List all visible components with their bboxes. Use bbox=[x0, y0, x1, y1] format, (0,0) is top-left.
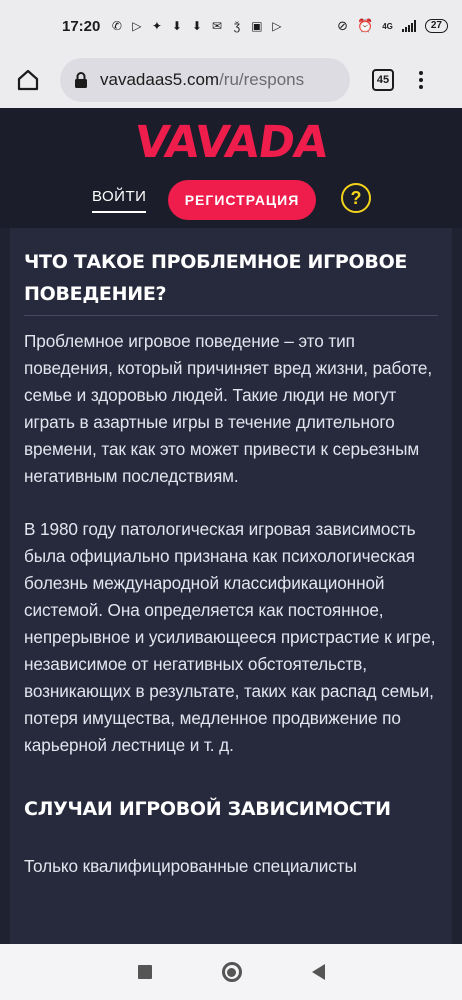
menu-dot-icon bbox=[419, 78, 423, 82]
download-icon: ⬇ bbox=[171, 18, 182, 33]
url-text: vavadaas5.com/ru/respons bbox=[100, 70, 304, 90]
site-header: VAVADA ВОЙТИ РЕГИСТРАЦИЯ bbox=[0, 108, 462, 228]
url-host: vavadaas5.com bbox=[100, 70, 220, 89]
section-heading: СЛУЧАИ ИГРОВОЙ ЗАВИСИМОСТИ bbox=[24, 798, 391, 820]
dnd-off-icon: ⊘ bbox=[337, 18, 349, 33]
system-nav-bar bbox=[0, 944, 462, 1000]
notification-icon: ǯ bbox=[233, 18, 241, 33]
article-panel: ЧТО ТАКОЕ ПРОБЛЕМНОЕ ИГРОВОЕ ПОВЕДЕНИЕ? … bbox=[10, 228, 452, 944]
url-path: /ru/respons bbox=[219, 70, 305, 89]
system-icons: ⊘ ⏰ 4G 27 bbox=[337, 18, 448, 34]
network-label: 4G bbox=[382, 21, 393, 31]
notification-icons: ✆ ▷ ✦ ⬇ ⬇ ✉ ǯ ▣ ▷ bbox=[110, 18, 283, 33]
login-link[interactable]: ВОЙТИ bbox=[92, 188, 147, 213]
status-time: 17:20 bbox=[62, 17, 101, 35]
tab-switcher-button[interactable]: 45 bbox=[372, 69, 394, 91]
home-button[interactable] bbox=[10, 62, 46, 98]
heading-divider bbox=[24, 315, 438, 316]
status-bar: 17:20 ✆ ▷ ✦ ⬇ ⬇ ✉ ǯ ▣ ▷ ⊘ ⏰ 4G 27 bbox=[0, 0, 462, 52]
play-icon: ▷ bbox=[272, 18, 282, 33]
home-icon bbox=[17, 69, 39, 91]
overflow-menu-button[interactable] bbox=[418, 71, 424, 89]
section-heading: ЧТО ТАКОЕ ПРОБЛЕМНОЕ ИГРОВОЕ ПОВЕДЕНИЕ? bbox=[24, 251, 408, 305]
browser-toolbar: vavadaas5.com/ru/respons 45 bbox=[0, 52, 462, 108]
register-button[interactable]: РЕГИСТРАЦИЯ bbox=[168, 180, 316, 220]
mail-icon: ✉ bbox=[211, 18, 222, 33]
play-icon: ▷ bbox=[132, 18, 142, 33]
address-bar[interactable]: vavadaas5.com/ru/respons bbox=[60, 58, 350, 102]
article-paragraph: В 1980 году патологическая игровая завис… bbox=[24, 519, 436, 755]
battery-icon: 27 bbox=[424, 19, 448, 33]
alarm-icon: ⏰ bbox=[357, 18, 374, 33]
sparkle-icon: ✦ bbox=[151, 18, 162, 33]
signal-icon bbox=[401, 20, 416, 32]
lock-icon bbox=[75, 72, 87, 88]
camera-icon: ▣ bbox=[251, 18, 263, 33]
whatsapp-icon: ✆ bbox=[111, 18, 122, 33]
article-body: ЧТО ТАКОЕ ПРОБЛЕМНОЕ ИГРОВОЕ ПОВЕДЕНИЕ? … bbox=[24, 246, 438, 880]
help-icon[interactable]: ? bbox=[341, 183, 371, 213]
recent-apps-button[interactable] bbox=[137, 965, 152, 979]
article-paragraph: Проблемное игровое поведение – это тип п… bbox=[24, 331, 433, 486]
vavada-logo[interactable]: VAVADA bbox=[108, 117, 353, 168]
home-dot-icon bbox=[227, 967, 236, 977]
back-button[interactable] bbox=[311, 964, 325, 980]
download-icon: ⬇ bbox=[191, 18, 202, 33]
home-nav-button[interactable] bbox=[221, 962, 242, 982]
menu-dot-icon bbox=[419, 85, 423, 89]
menu-dot-icon bbox=[419, 71, 423, 75]
article-paragraph: Только квалифицированные специалисты bbox=[24, 856, 357, 876]
